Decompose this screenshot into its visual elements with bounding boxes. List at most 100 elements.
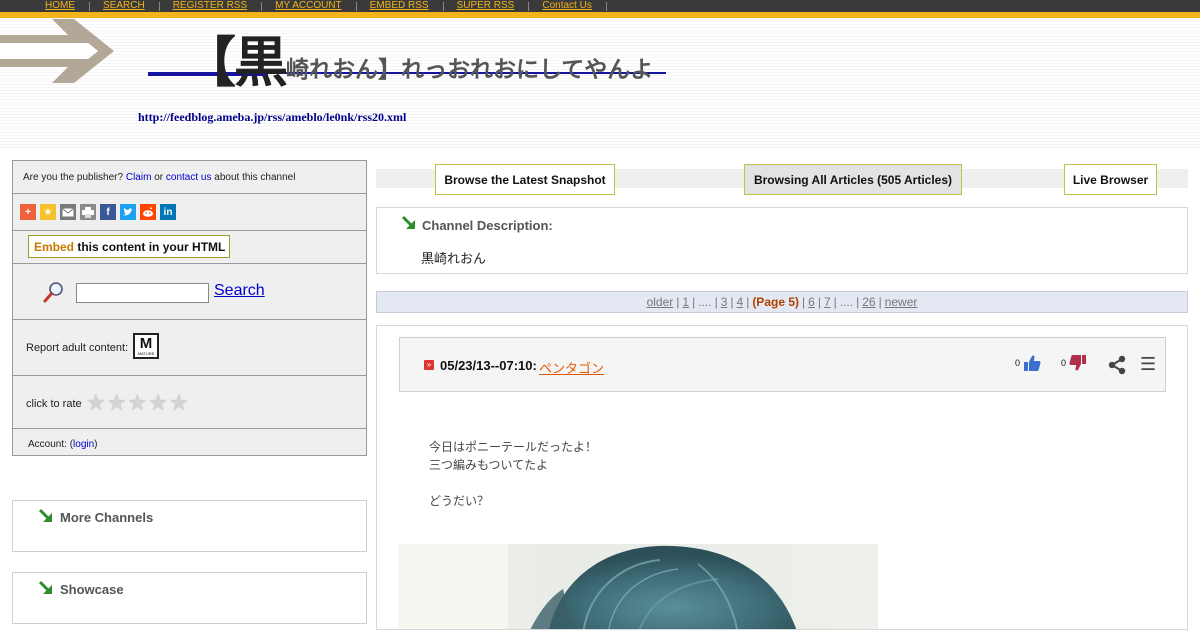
rate-label: click to rate	[26, 398, 82, 410]
account-suffix: )	[94, 439, 98, 450]
showcase-label[interactable]: Showcase	[60, 582, 124, 597]
nav-link-embed-rss[interactable]: EMBED RSS	[370, 0, 429, 12]
nav-item-super-rss[interactable]: SUPER RSS	[457, 0, 530, 12]
email-share-icon[interactable]	[60, 204, 76, 220]
embed-row: Embed this content in your HTML	[13, 231, 366, 264]
nav-link-register-rss[interactable]: REGISTER RSS	[173, 0, 247, 12]
pager-ellipsis-1: ....	[698, 295, 712, 309]
article-line: どうだい？	[429, 494, 490, 508]
nav-link-super-rss[interactable]: SUPER RSS	[457, 0, 515, 12]
hamburger-menu-icon[interactable]: ☰	[1140, 355, 1156, 373]
search-link[interactable]: Search	[214, 282, 265, 300]
share-icon[interactable]	[1107, 355, 1127, 375]
rating-star-3[interactable]: ★	[127, 392, 147, 414]
sidebar-panel: Are you the publisher? Claim or contact …	[12, 160, 367, 456]
reddit-share-icon[interactable]	[140, 204, 156, 220]
linkedin-share-icon[interactable]: in	[160, 204, 176, 220]
rating-star-1[interactable]: ★	[86, 392, 106, 414]
search-row: Search	[13, 264, 366, 320]
nav-link-contact-us[interactable]: Contact Us	[542, 0, 591, 12]
nav-link-home[interactable]: HOME	[45, 0, 75, 12]
nav-item-register-rss[interactable]: REGISTER RSS	[173, 0, 263, 12]
contact-us-link[interactable]: contact us	[166, 172, 212, 183]
nav-item-home[interactable]: HOME	[45, 0, 90, 12]
pager-page-6[interactable]: 6	[808, 295, 815, 309]
article-date: 05/23/13--07:10:	[440, 358, 537, 373]
report-adult-label: Report adult content:	[26, 342, 129, 354]
rating-star-5[interactable]: ★	[169, 392, 189, 414]
pagination: older | 1 | .... | 3 | 4 | (Page 5) | 6 | 7 | ..…	[376, 291, 1188, 313]
publisher-suffix: about this channel	[214, 172, 296, 183]
channel-description-title: Channel Description:	[422, 218, 553, 233]
article-title-link[interactable]: ペンタゴン	[539, 358, 604, 377]
article-header: » 05/23/13--07:10: ペンタゴン 0 0 ☰	[399, 337, 1166, 392]
rating-star-4[interactable]: ★	[148, 392, 168, 414]
bookmark-share-icon[interactable]: ★	[40, 204, 56, 220]
nav-item-contact-us[interactable]: Contact Us	[542, 0, 607, 12]
upvote-control[interactable]: 0	[1015, 354, 1041, 372]
rating-star-2[interactable]: ★	[107, 392, 127, 414]
feed-url-link[interactable]: http://feedblog.ameba.jp/rss/ameblo/le0n…	[138, 110, 406, 125]
article-card: » 05/23/13--07:10: ペンタゴン 0 0 ☰ 今日はポニーテール…	[376, 325, 1188, 630]
login-link[interactable]: login	[73, 439, 94, 450]
pager-newer[interactable]: newer	[885, 295, 918, 309]
article-body: 今日はポニーテールだったよ！ 三つ編みもついてたよ どうだい？	[429, 438, 597, 510]
pager-page-4[interactable]: 4	[737, 295, 744, 309]
thumbs-up-icon[interactable]	[1023, 354, 1041, 372]
article-line: 三つ編みもついてたよ	[429, 458, 549, 472]
tab-latest-snapshot[interactable]: Browse the Latest Snapshot	[435, 164, 615, 195]
upvote-count: 0	[1015, 358, 1021, 368]
publisher-or: or	[154, 172, 164, 183]
twitter-share-icon[interactable]	[120, 204, 136, 220]
pager-older[interactable]: older	[647, 295, 674, 309]
top-nav: HOME SEARCH REGISTER RSS MY ACCOUNT EMBE…	[0, 0, 1200, 12]
embed-highlight: Embed	[34, 240, 75, 254]
article-line: 今日はポニーテールだったよ！	[429, 440, 598, 454]
add-share-icon[interactable]: +	[20, 204, 36, 220]
embed-rest: this content in your HTML	[77, 240, 226, 254]
nav-link-my-account[interactable]: MY ACCOUNT	[275, 0, 342, 12]
page-header: 【黒 崎れおん】れっおれおにしてやんよ http://feedblog.ameba…	[0, 18, 1200, 150]
mature-badge-text: MATURE	[137, 350, 155, 356]
pager-current: (Page 5)	[752, 295, 799, 309]
pager-page-3[interactable]: 3	[721, 295, 728, 309]
article-line	[429, 474, 597, 492]
article-photo	[398, 544, 878, 629]
pager-ellipsis-2: ....	[839, 295, 854, 309]
green-arrow-icon	[38, 508, 52, 522]
pager-page-26[interactable]: 26	[862, 295, 875, 309]
account-prefix: Account: (	[28, 439, 74, 450]
publisher-prefix: Are you the publisher?	[23, 172, 124, 183]
claim-link[interactable]: Claim	[126, 172, 152, 183]
more-channels-label[interactable]: More Channels	[60, 510, 153, 525]
tab-live-browser[interactable]: Live Browser	[1064, 164, 1157, 195]
channel-description-body: 黒崎れおん	[421, 252, 487, 267]
green-arrow-icon	[401, 215, 415, 229]
mature-rating-button[interactable]: M MATURE	[133, 333, 159, 359]
rate-row: click to rate ★ ★ ★ ★ ★	[13, 376, 366, 429]
channel-title-big[interactable]: 【黒	[182, 34, 288, 92]
nav-item-embed-rss[interactable]: EMBED RSS	[370, 0, 444, 12]
channel-title[interactable]: 【黒 崎れおん】れっおれおにしてやんよ	[182, 34, 653, 92]
report-adult-row: Report adult content: M MATURE	[13, 320, 366, 376]
search-input[interactable]	[76, 283, 209, 303]
nav-item-search[interactable]: SEARCH	[103, 0, 160, 12]
hair-photo-image	[398, 544, 878, 629]
embed-button[interactable]: Embed this content in your HTML	[28, 235, 230, 258]
downvote-control[interactable]: 0	[1061, 354, 1087, 372]
more-channels-box: More Channels	[12, 500, 367, 552]
channel-title-rest[interactable]: 崎れおん】れっおれおにしてやんよ	[286, 54, 653, 92]
downvote-count: 0	[1061, 358, 1067, 368]
pager-page-7[interactable]: 7	[824, 295, 831, 309]
pager-page-1[interactable]: 1	[682, 295, 689, 309]
post-bullet-icon: »	[424, 360, 434, 370]
nav-item-my-account[interactable]: MY ACCOUNT	[275, 0, 357, 12]
facebook-share-icon[interactable]: f	[100, 204, 116, 220]
green-arrow-icon	[38, 580, 52, 594]
thumbs-down-icon[interactable]	[1069, 354, 1087, 372]
tab-all-articles[interactable]: Browsing All Articles (505 Articles)	[744, 164, 962, 195]
print-share-icon[interactable]	[80, 204, 96, 220]
nav-link-search[interactable]: SEARCH	[103, 0, 145, 12]
channel-description-box: Channel Description: 黒崎れおん	[376, 207, 1188, 274]
rating-stars: ★ ★ ★ ★ ★	[86, 392, 189, 414]
